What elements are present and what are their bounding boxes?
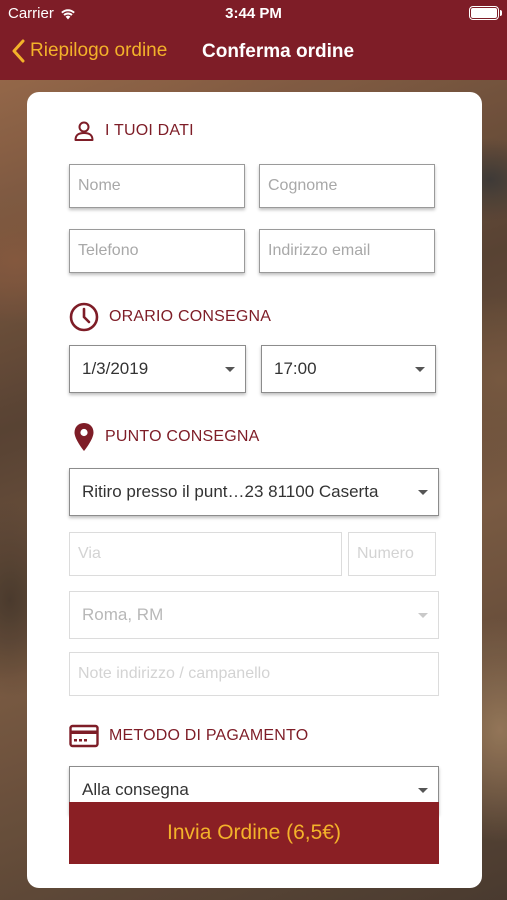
chevron-down-icon [415, 367, 425, 372]
chevron-down-icon [418, 788, 428, 793]
section-payment-title: METODO DI PAGAMENTO [109, 727, 309, 744]
section-delivery-point: PUNTO CONSEGNA [73, 422, 260, 452]
delivery-point-select[interactable]: Ritiro presso il punt…23 81100 Caserta [69, 468, 439, 516]
date-select[interactable]: 1/3/2019 [69, 345, 246, 393]
payment-method-value: Alla consegna [82, 780, 189, 799]
credit-card-icon [69, 724, 99, 748]
phone-input[interactable] [69, 229, 245, 273]
date-select-value: 1/3/2019 [82, 359, 149, 378]
section-payment: METODO DI PAGAMENTO [69, 724, 308, 748]
time-select-value: 17:00 [274, 359, 317, 378]
section-place-title: PUNTO CONSEGNA [105, 428, 260, 445]
order-form-card: I TUOI DATI ORARIO CONSEGNA 1/3/2019 17:… [27, 92, 482, 888]
time-select[interactable]: 17:00 [261, 345, 436, 393]
address-notes-input[interactable] [69, 652, 439, 696]
battery-fill [471, 8, 497, 18]
navigation-bar: Riepilogo ordine Conferma ordine [0, 28, 507, 80]
page-title: Conferma ordine [202, 41, 355, 62]
email-input[interactable] [259, 229, 435, 273]
chevron-down-icon [225, 367, 235, 372]
chevron-left-icon [12, 39, 25, 63]
chevron-down-icon [418, 613, 428, 618]
city-select-value: Roma, RM [82, 605, 164, 624]
section-personal-title: I TUOI DATI [105, 122, 194, 139]
submit-order-button[interactable]: Invia Ordine (6,5€) [69, 802, 439, 864]
street-number-input[interactable] [348, 532, 436, 576]
section-delivery-time: ORARIO CONSEGNA [69, 302, 271, 332]
back-button-label: Riepilogo ordine [30, 40, 168, 61]
section-personal-data: I TUOI DATI [73, 120, 194, 142]
map-pin-icon [74, 423, 94, 451]
status-time: 3:44 PM [225, 5, 282, 22]
back-button[interactable]: Riepilogo ordine [12, 39, 167, 63]
city-select[interactable]: Roma, RM [69, 591, 439, 639]
street-input[interactable] [69, 532, 342, 576]
user-icon [74, 121, 94, 141]
battery-icon [469, 6, 502, 20]
status-bar: Carrier 3:44 PM [0, 0, 507, 28]
first-name-input[interactable] [69, 164, 245, 208]
chevron-down-icon [418, 490, 428, 495]
last-name-input[interactable] [259, 164, 435, 208]
clock-icon [69, 302, 99, 332]
section-time-title: ORARIO CONSEGNA [109, 308, 272, 325]
delivery-point-value: Ritiro presso il punt…23 81100 Caserta [82, 482, 379, 501]
